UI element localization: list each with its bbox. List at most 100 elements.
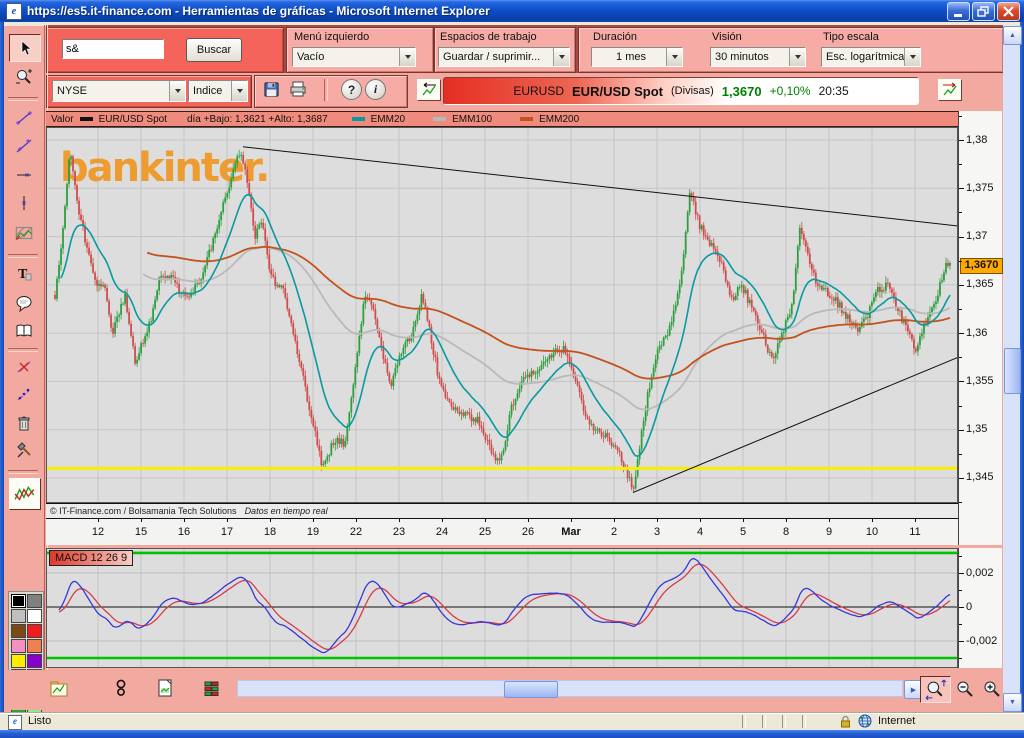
instrument-select[interactable]: Indice (188, 80, 248, 102)
window-border-left (0, 22, 4, 730)
palette-swatch[interactable] (27, 609, 42, 623)
palette-swatch[interactable] (27, 624, 42, 638)
next-chart-icon[interactable] (938, 79, 962, 101)
menu-izquierdo-select[interactable]: Vacío (292, 47, 416, 67)
palette-swatch[interactable] (27, 639, 42, 653)
vision-select[interactable]: 30 minutos (710, 47, 806, 67)
exchange-select[interactable]: NYSE (52, 80, 186, 102)
key-icon[interactable] (110, 678, 132, 698)
channel-icon[interactable] (9, 132, 39, 158)
help-icon[interactable]: ? (341, 79, 362, 100)
svg-text:T: T (18, 267, 28, 282)
close-button[interactable] (997, 2, 1020, 21)
palette-swatch[interactable] (27, 594, 42, 608)
info-icon[interactable]: i (365, 79, 386, 100)
toolbar-divider (8, 348, 38, 352)
cursor-icon[interactable] (9, 34, 41, 62)
x-axis-label: 12 (82, 526, 114, 538)
trendline-icon[interactable] (9, 104, 39, 130)
trash-icon[interactable] (9, 410, 39, 436)
save-icon[interactable] (262, 80, 280, 98)
chevron-down-icon[interactable] (904, 48, 920, 66)
y-axis-label: 1,35 (966, 423, 987, 435)
chevron-down-icon[interactable] (789, 48, 805, 66)
quote-price: 1,3670 (722, 84, 762, 99)
print-icon[interactable] (288, 80, 308, 98)
price-chart-svg[interactable]: bankinter. (46, 127, 958, 503)
scroll-up-button[interactable]: ▲ (1003, 26, 1022, 45)
macd-axis: 0,0020-0,002 (958, 548, 1002, 668)
chevron-down-icon[interactable] (666, 48, 682, 66)
tipo-escala-select[interactable]: Esc. logarítmica (821, 47, 921, 67)
macd-chart-svg[interactable] (46, 548, 958, 668)
minimize-button[interactable] (947, 2, 970, 21)
duracion-select[interactable]: 1 mes (591, 47, 683, 67)
window-title: https://es5.it-finance.com - Herramienta… (27, 4, 490, 18)
espacios-select[interactable]: Guardar / suprimir... (438, 47, 570, 67)
toolbar-divider (8, 470, 38, 474)
palette-swatch[interactable] (11, 609, 26, 623)
book-icon[interactable] (9, 318, 39, 344)
erase-line-icon[interactable] (9, 354, 39, 380)
palette-swatch[interactable] (11, 639, 26, 653)
restore-button[interactable] (972, 2, 995, 21)
data-table-icon[interactable] (200, 678, 222, 698)
x-axis-label: 3 (641, 526, 673, 538)
copyright-text: © IT-Finance.com / Bolsamania Tech Solut… (50, 506, 237, 516)
x-axis-label: 22 (340, 526, 372, 538)
macd-axis-label: -0,002 (966, 635, 997, 647)
legend-emm200-label: EMM200 (539, 114, 579, 125)
export-icon[interactable] (154, 678, 176, 698)
horizontal-scrollbar[interactable] (237, 680, 903, 697)
palette-swatch[interactable] (11, 624, 26, 638)
search-input[interactable] (62, 39, 164, 59)
status-text: Listo (28, 715, 51, 727)
x-axis-label: 15 (125, 526, 157, 538)
prev-chart-icon[interactable] (417, 79, 441, 101)
espacios-label: Espacios de trabajo (440, 31, 537, 43)
x-axis-label: 17 (211, 526, 243, 538)
quote-bar: EURUSD EUR/USD Spot (Divisas) 1,3670 +0,… (443, 77, 919, 105)
x-axis-label: 24 (426, 526, 458, 538)
fibonacci-icon[interactable] (9, 218, 39, 248)
x-axis-label: 11 (899, 526, 931, 538)
title-bar: e https://es5.it-finance.com - Herramien… (0, 0, 1024, 22)
x-axis-label: 18 (254, 526, 286, 538)
vision-label: Visión (712, 31, 742, 43)
vertical-scroll-thumb[interactable] (1004, 348, 1021, 394)
zoom-in-icon[interactable] (979, 678, 1004, 699)
chevron-down-icon[interactable] (553, 48, 569, 66)
macd-axis-label: 0 (966, 601, 972, 613)
x-axis-label: 25 (469, 526, 501, 538)
chevron-down-icon[interactable] (169, 81, 185, 101)
vertical-line-icon[interactable] (9, 190, 39, 216)
tools-icon[interactable] (9, 438, 39, 464)
toolbar-divider (8, 97, 38, 101)
y-axis-label: 1,38 (966, 134, 987, 146)
quote-symbol: EURUSD (513, 84, 564, 98)
x-axis-label: 26 (512, 526, 544, 538)
status-divider (782, 715, 786, 728)
zoom-pan-icon[interactable] (920, 676, 951, 703)
chevron-down-icon[interactable] (231, 81, 247, 101)
erase-points-icon[interactable] (9, 382, 39, 408)
ie-logo-icon: e (6, 3, 22, 20)
text-icon[interactable]: T (9, 260, 39, 286)
indicator-icon[interactable] (9, 478, 41, 510)
chevron-down-icon[interactable] (399, 48, 415, 66)
palette-swatch[interactable] (11, 654, 26, 668)
horizontal-line-icon[interactable] (9, 162, 39, 188)
comment-icon[interactable] (9, 290, 39, 316)
lock-icon (840, 715, 851, 728)
emm20-swatch (352, 117, 365, 121)
zoom-icon[interactable] (9, 64, 39, 90)
horizontal-scroll-thumb[interactable] (504, 681, 558, 698)
palette-swatch[interactable] (27, 654, 42, 668)
search-button[interactable]: Buscar (186, 38, 242, 62)
x-axis-label: 19 (297, 526, 329, 538)
workspace-icon[interactable] (48, 678, 70, 698)
palette-swatch[interactable] (11, 594, 26, 608)
scroll-down-button[interactable]: ▼ (1003, 693, 1022, 712)
y-axis-label: 1,37 (966, 230, 987, 242)
zoom-out-icon[interactable] (952, 678, 977, 699)
